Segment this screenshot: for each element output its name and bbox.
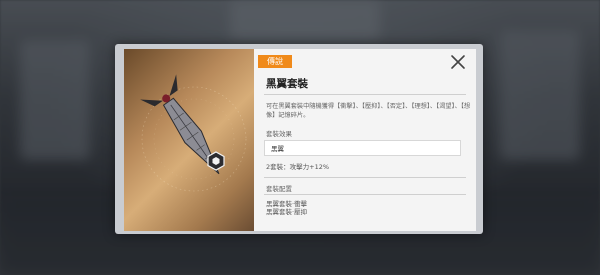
close-button[interactable]	[449, 53, 467, 71]
item-description: 可在黑翼套裝中隨機獲得【衝擊】、【壓抑】、【否定】、【理想】、【渴望】、【想像】…	[266, 103, 471, 119]
bonus-divider	[264, 177, 466, 178]
set-part-item: 黑翼套裝·衝擊	[266, 200, 308, 208]
set-parts-list: 黑翼套裝·衝擊 黑翼套裝·壓抑	[266, 200, 307, 216]
set-effect-name-box: 黑翼	[264, 140, 461, 156]
set-bonus-text: 2套裝：攻擊力+12%	[266, 163, 330, 171]
item-info-panel: 傳說 黑翼套裝 可在黑翼套裝中隨機獲得【衝擊】、【壓抑】、【否定】、【理想】、【…	[254, 49, 476, 231]
item-detail-modal: 傳說 黑翼套裝 可在黑翼套裝中隨機獲得【衝擊】、【壓抑】、【否定】、【理想】、【…	[124, 49, 476, 231]
parts-divider	[264, 194, 466, 195]
hexagon-emblem-icon	[207, 151, 225, 171]
title-divider	[264, 94, 466, 95]
item-artwork	[124, 49, 254, 231]
item-title: 黑翼套裝	[266, 78, 308, 90]
black-wing-blade-icon	[140, 74, 220, 175]
set-parts-label: 套裝配置	[266, 185, 292, 193]
set-effect-label: 套裝效果	[266, 130, 292, 138]
set-effect-name: 黑翼	[271, 145, 284, 153]
set-part-item: 黑翼套裝·壓抑	[266, 208, 308, 216]
rarity-badge: 傳說	[258, 55, 292, 68]
close-icon	[451, 55, 465, 69]
